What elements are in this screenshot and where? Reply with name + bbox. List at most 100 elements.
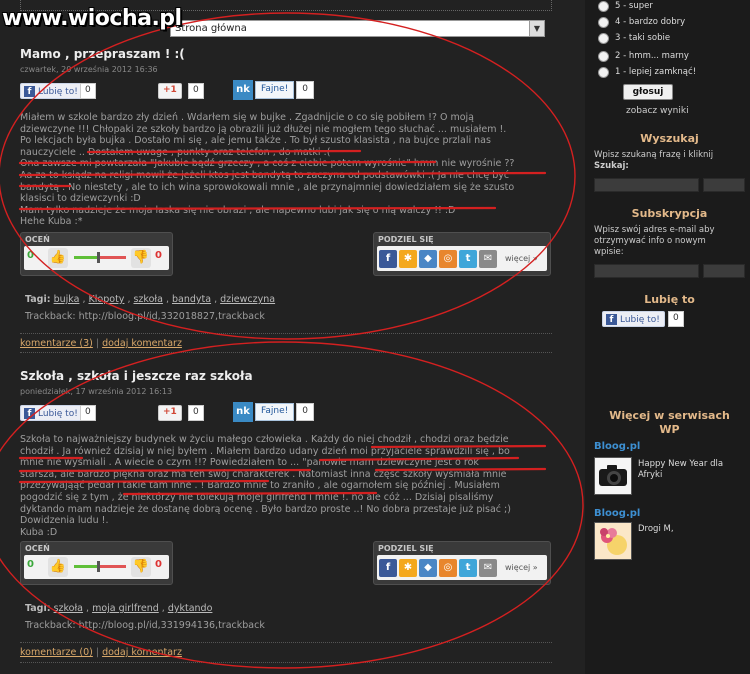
wykop-share-icon[interactable]: ◆ bbox=[419, 249, 437, 268]
subscribe-button[interactable] bbox=[703, 264, 745, 278]
flower-thumbnail[interactable] bbox=[594, 522, 632, 560]
post-title[interactable]: Mamo , przepraszam ! :( bbox=[20, 47, 555, 61]
tag-link[interactable]: szkoła bbox=[54, 603, 83, 614]
rating-meter bbox=[74, 252, 126, 263]
post-line: pogodzić się z tym , że niektórzy nie to… bbox=[20, 491, 494, 503]
search-text: Wpisz szukaną frazę i kliknij bbox=[594, 150, 714, 160]
rating-down-count: 0 bbox=[155, 559, 162, 570]
radio-button[interactable] bbox=[598, 32, 609, 44]
post-date: poniedziałek, 17 września 2012 16:13 bbox=[20, 387, 173, 396]
search-submit-button[interactable] bbox=[703, 178, 745, 192]
thumbnail-caption[interactable]: Happy New Year dla Afryki bbox=[638, 459, 723, 481]
facebook-like-count: 0 bbox=[80, 83, 96, 99]
add-comment-link[interactable]: dodaj komentarz bbox=[102, 647, 182, 658]
rating-down-count: 0 bbox=[155, 250, 162, 261]
search-input[interactable] bbox=[594, 178, 699, 192]
nk-count: 0 bbox=[296, 81, 314, 99]
radio-button[interactable] bbox=[598, 16, 609, 28]
email-field[interactable] bbox=[594, 264, 699, 278]
post-line: Aa za to ksiądz na religi mowił że jeżel… bbox=[20, 169, 510, 181]
poll-option[interactable]: 4 - bardzo dobry bbox=[598, 15, 685, 29]
thumb-down-icon[interactable]: 👎 bbox=[131, 557, 151, 577]
add-comment-link[interactable]: dodaj komentarz bbox=[102, 338, 182, 349]
twitter-share-icon[interactable]: t bbox=[459, 558, 477, 577]
blog-post: Mamo , przepraszam ! :( czwartek, 20 wrz… bbox=[20, 47, 555, 228]
thumb-up-icon[interactable]: 👍 bbox=[48, 557, 68, 577]
email-share-icon[interactable]: ✉ bbox=[479, 249, 497, 268]
divider bbox=[20, 642, 552, 643]
facebook-like-button[interactable]: f Lubię to! bbox=[20, 83, 83, 99]
share-widget: PODZIEL SIĘ f ✱ ◆ ◎ t ✉ więcej » bbox=[373, 541, 551, 585]
facebook-share-icon[interactable]: f bbox=[379, 249, 397, 268]
radio-button[interactable] bbox=[598, 0, 609, 12]
poll-option-label: super bbox=[628, 1, 653, 11]
post-title[interactable]: Szkoła , szkoła i jeszcze raz szkoła bbox=[20, 369, 555, 383]
nk-fajne-widget[interactable]: nk Fajne! 0 bbox=[233, 80, 314, 100]
tag-link[interactable]: bujka bbox=[54, 294, 80, 305]
tag-link[interactable]: dziewczyna bbox=[220, 294, 275, 305]
tag-link[interactable]: Kłopoty bbox=[88, 294, 124, 305]
subscription-heading: Subskrypcja bbox=[631, 207, 708, 220]
tag-link[interactable]: moja girlfrend bbox=[92, 603, 159, 614]
post-line: Po lekcjach była bujka . Dostało mi się … bbox=[20, 135, 491, 147]
poll-option[interactable]: 1 - lepiej zamknąć! bbox=[598, 65, 696, 79]
tag-link[interactable]: dyktando bbox=[168, 603, 213, 614]
poll-option-label: hmm... marny bbox=[628, 51, 689, 61]
more-wp-heading-line: WP bbox=[659, 423, 680, 436]
nk-icon: nk bbox=[233, 80, 253, 100]
flaker-share-icon[interactable]: ◎ bbox=[439, 558, 457, 577]
blip-share-icon[interactable]: ✱ bbox=[399, 249, 417, 268]
nk-fajne-button[interactable]: Fajne! bbox=[255, 403, 295, 421]
radio-button[interactable] bbox=[598, 66, 609, 78]
facebook-icon: f bbox=[24, 86, 35, 97]
search-heading: Wyszukaj bbox=[640, 132, 699, 145]
facebook-share-icon[interactable]: f bbox=[379, 558, 397, 577]
poll-option-number: 5 bbox=[615, 1, 621, 11]
share-more-link[interactable]: więcej » bbox=[505, 563, 538, 572]
page-select[interactable]: Strona główna ▼ bbox=[170, 20, 545, 37]
poll-option[interactable]: 5 - super bbox=[598, 0, 653, 13]
poll-option[interactable]: 2 - hmm... marny bbox=[598, 49, 689, 63]
thumb-down-icon[interactable]: 👎 bbox=[131, 248, 151, 268]
facebook-like-button[interactable]: f Lubię to! bbox=[602, 311, 665, 327]
vote-button[interactable]: głosuj bbox=[623, 84, 673, 100]
tag-link[interactable]: szkoła bbox=[133, 294, 162, 305]
sidebar bbox=[585, 0, 750, 674]
comments-link[interactable]: komentarze (3) bbox=[20, 338, 93, 349]
subscription-text-line: otrzymywać info o nowym bbox=[594, 236, 706, 246]
twitter-share-icon[interactable]: t bbox=[459, 249, 477, 268]
thumbnail-caption[interactable]: Drogi M, bbox=[638, 524, 674, 535]
google-plus-button[interactable]: +1 bbox=[158, 83, 182, 99]
post-line: Ona zawsze mi powtarzała "Jakubie bądź g… bbox=[20, 158, 515, 170]
wykop-share-icon[interactable]: ◆ bbox=[419, 558, 437, 577]
share-more-link[interactable]: więcej » bbox=[505, 254, 538, 263]
poll-results-link[interactable]: zobacz wyniki bbox=[626, 106, 689, 116]
poll-option-label: lepiej zamknąć! bbox=[628, 67, 697, 77]
blip-share-icon[interactable]: ✱ bbox=[399, 558, 417, 577]
thumb-up-icon[interactable]: 👍 bbox=[48, 248, 68, 268]
camera-thumbnail[interactable] bbox=[594, 457, 632, 495]
subscription-description: Wpisz swój adres e-mail aby otrzymywać i… bbox=[594, 225, 715, 258]
comments-link[interactable]: komentarze (0) bbox=[20, 647, 93, 658]
radio-button[interactable] bbox=[598, 50, 609, 62]
divider bbox=[20, 333, 552, 334]
post-line: nauczyciele .. Dostałem uwage , punkty o… bbox=[20, 146, 331, 158]
trackback: Trackback: http://bloog.pl/id,332018827,… bbox=[25, 311, 265, 322]
nk-fajne-widget[interactable]: nk Fajne! 0 bbox=[233, 402, 314, 422]
flaker-share-icon[interactable]: ◎ bbox=[439, 249, 457, 268]
camera-icon bbox=[599, 465, 627, 486]
bloog-link[interactable]: Bloog.pl bbox=[594, 508, 640, 519]
bloog-link[interactable]: Bloog.pl bbox=[594, 441, 640, 452]
facebook-like-button[interactable]: f Lubię to! bbox=[20, 405, 83, 421]
poll-option-label: bardzo dobry bbox=[628, 17, 686, 27]
nk-fajne-button[interactable]: Fajne! bbox=[255, 81, 295, 99]
social-buttons: f Lubię to! 0 +1 0 nk Fajne! 0 bbox=[20, 80, 555, 104]
chevron-down-icon[interactable]: ▼ bbox=[529, 21, 544, 36]
poll-option[interactable]: 3 - taki sobie bbox=[598, 31, 670, 45]
google-plus-button[interactable]: +1 bbox=[158, 405, 182, 421]
poll-option-number: 3 bbox=[615, 33, 621, 43]
post-line: dyktando mam nadzieje że dostanę dobrą o… bbox=[20, 503, 511, 515]
tag-link[interactable]: bandyta bbox=[172, 294, 211, 305]
more-wp-heading-line: Więcej w serwisach bbox=[609, 409, 730, 422]
email-share-icon[interactable]: ✉ bbox=[479, 558, 497, 577]
